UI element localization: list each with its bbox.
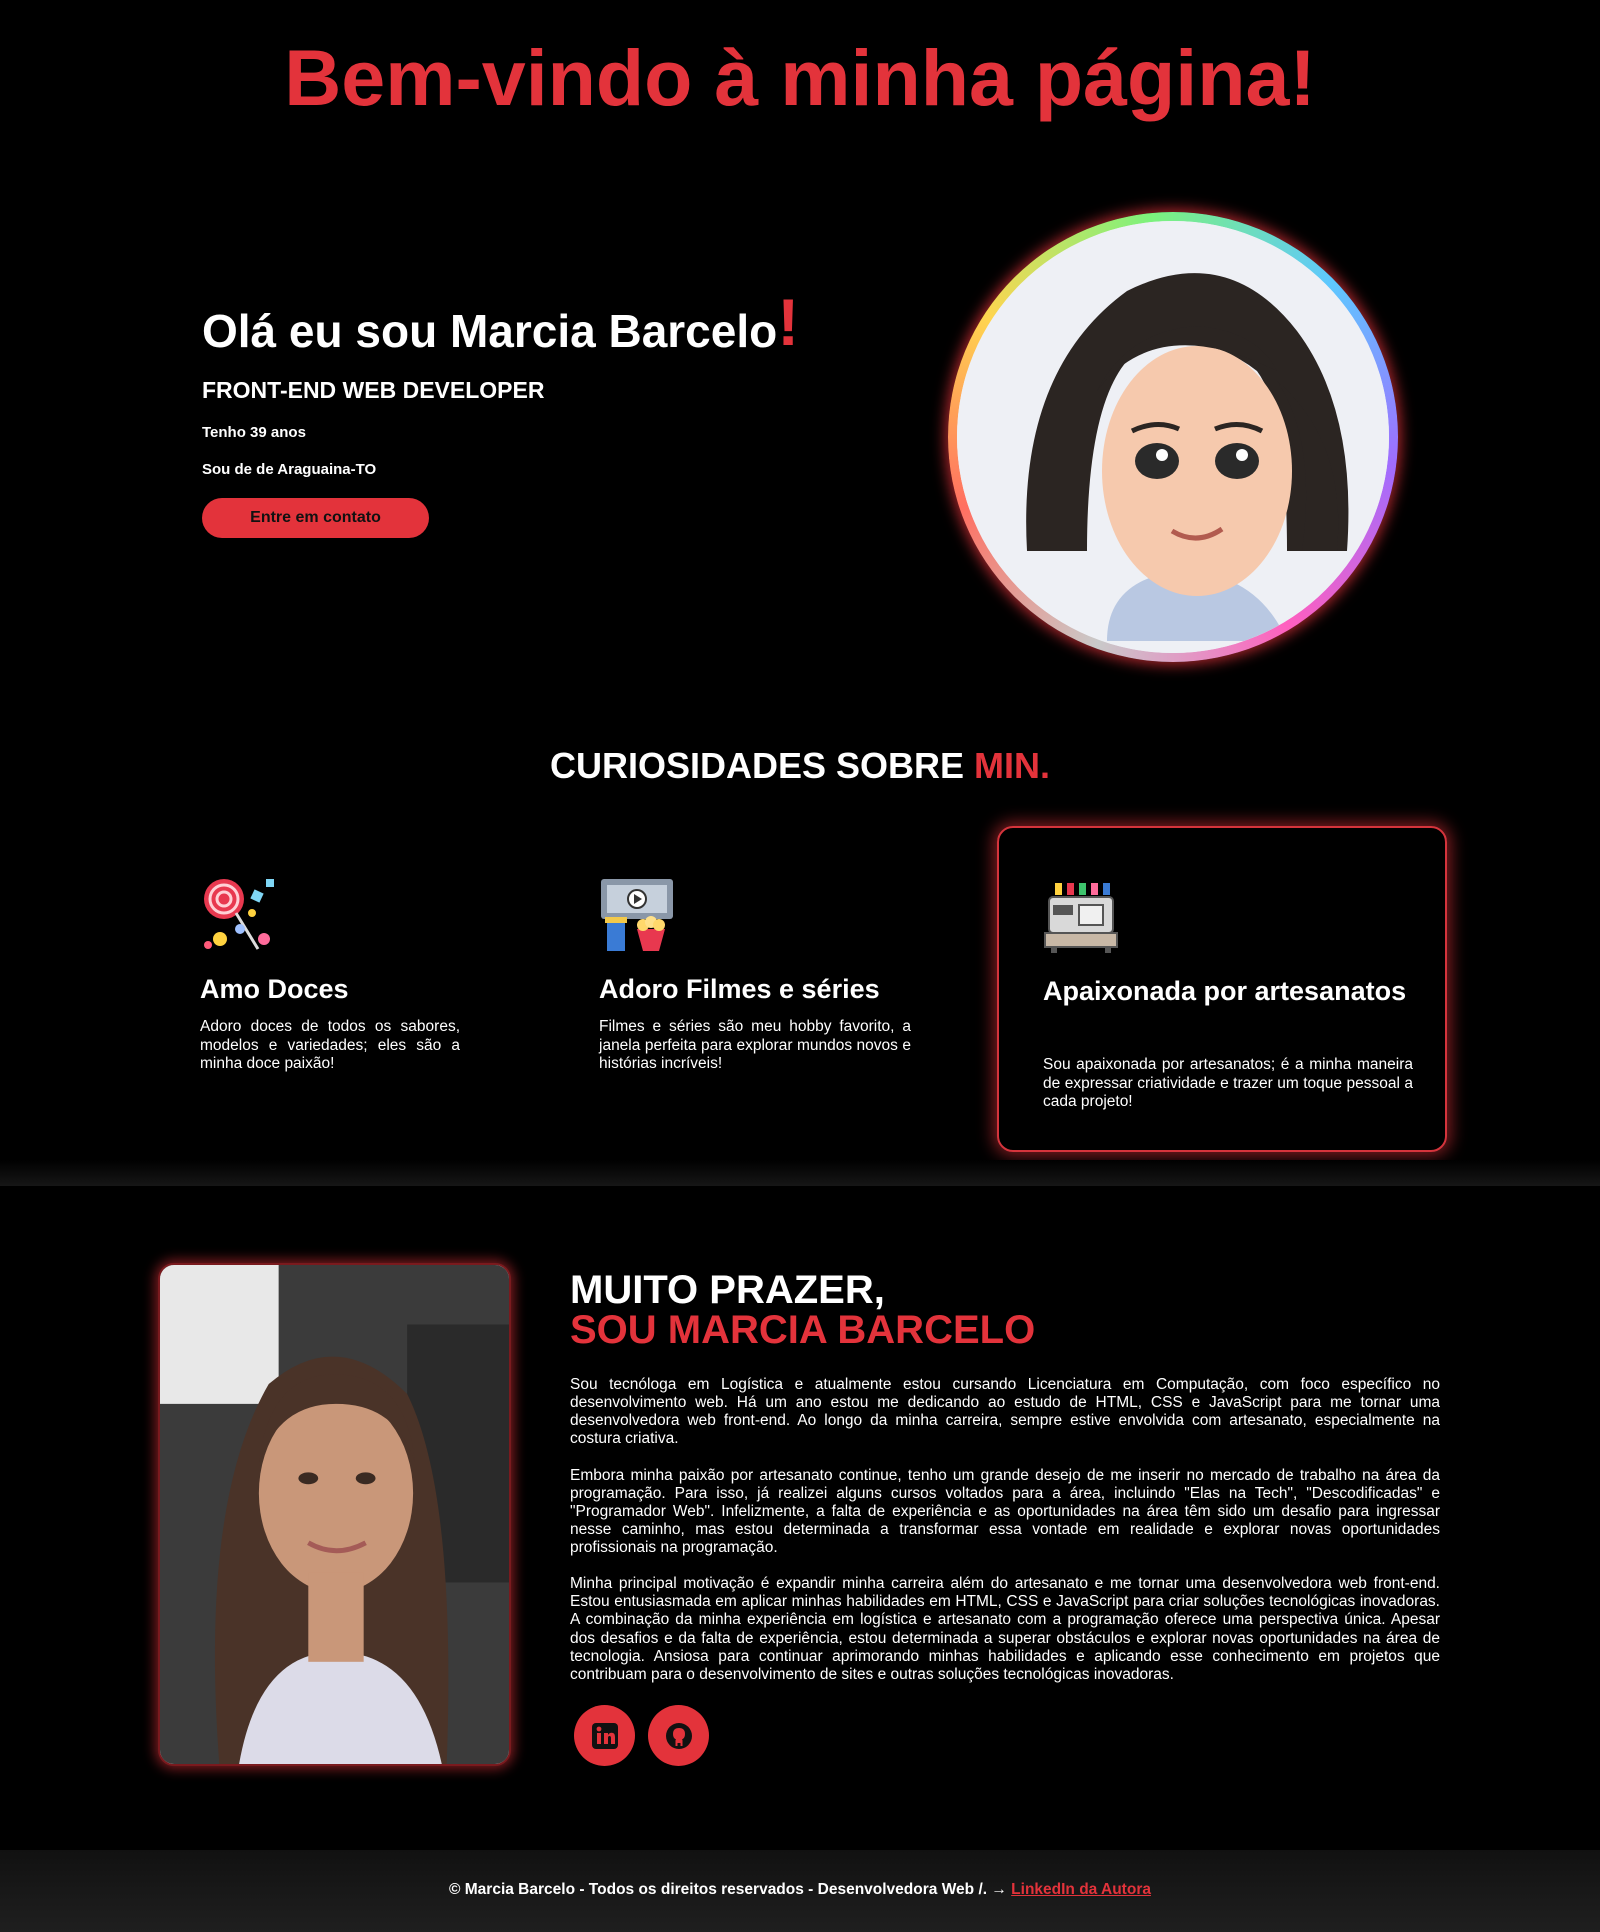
page-title: Bem-vindo à minha página! [284,33,1316,122]
curiosity-title: Amo Doces [200,974,349,1004]
github-button[interactable] [648,1705,709,1766]
footer-text: © Marcia Barcelo - Todos os direitos res… [449,1881,1012,1898]
curiosities-title-accent: MIN. [974,745,1051,786]
footer: © Marcia Barcelo - Todos os direitos res… [0,1850,1600,1932]
curiosity-text: Sou apaixonada por artesanatos; é a minh… [1043,1056,1413,1111]
profile-photo-image [160,1265,509,1764]
candy-icon [200,877,276,953]
footer-linkedin-link[interactable]: LinkedIn da Autora [1011,1881,1151,1898]
movies-icon [599,877,675,953]
hero-greeting: Olá eu sou Marcia Barcelo! [202,289,902,357]
github-icon [665,1722,692,1749]
hero-exclamation: ! [777,285,800,359]
avatar [948,212,1398,662]
about-heading-line2: SOU MARCIA BARCELO [570,1308,1036,1352]
section-divider [0,1160,1600,1186]
about-paragraph: Embora minha paixão por artesanato conti… [570,1466,1440,1557]
curiosity-title: Adoro Filmes e séries [599,974,880,1004]
hero-text: Olá eu sou Marcia Barcelo! FRONT-END WEB… [202,289,902,538]
contact-button[interactable]: Entre em contato [202,497,429,538]
curiosity-text: Filmes e séries são meu hobby favorito, … [599,1018,911,1073]
curiosity-text: Adoro doces de todos os sabores, modelos… [200,1018,460,1073]
about-paragraph: Sou tecnóloga em Logística e atualmente … [570,1376,1440,1448]
hero-name: Olá eu sou Marcia Barcelo [202,305,778,357]
hero-age: Tenho 39 anos [202,423,306,441]
sewing-machine-icon [1043,879,1119,955]
curiosity-card-movies: Adoro Filmes e séries Filmes e séries sã… [555,826,1005,1152]
curiosities-title: CURIOSIDADES SOBRE MIN. [0,748,1600,784]
curiosity-title: Apaixonada por artesanatos [1043,976,1407,1006]
linkedin-button[interactable] [574,1705,635,1766]
curiosity-card-crafts: Apaixonada por artesanatos Sou apaixonad… [997,826,1447,1152]
hero-city: Sou de de Araguaina-TO [202,460,377,478]
curiosities-title-text: CURIOSIDADES SOBRE [549,745,965,786]
about-body: Sou tecnóloga em Logística e atualmente … [570,1376,1440,1702]
profile-photo [158,1263,511,1766]
about-paragraph: Minha principal motivação é expandir min… [570,1575,1440,1683]
linkedin-icon [591,1722,618,1749]
about-heading-line1: MUITO PRAZER, [570,1268,885,1312]
hero-role: FRONT-END WEB DEVELOPER [202,376,545,403]
avatar-illustration [957,221,1389,653]
curiosity-card-sweets: Amo Doces Adoro doces de todos os sabore… [156,826,606,1152]
about-heading: MUITO PRAZER, SOU MARCIA BARCELO [570,1270,1035,1350]
avatar-cartoon-portrait [957,221,1389,653]
